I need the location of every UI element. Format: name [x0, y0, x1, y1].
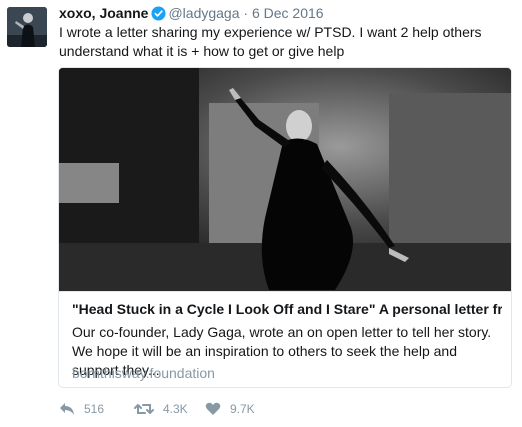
- card-body: "Head Stuck in a Cycle I Look Off and I …: [59, 291, 511, 387]
- tweet-date[interactable]: 6 Dec 2016: [252, 5, 324, 21]
- tweet-header: xoxo, Joanne @ladygaga · 6 Dec 2016: [59, 4, 324, 25]
- link-card[interactable]: "Head Stuck in a Cycle I Look Off and I …: [58, 67, 512, 388]
- author-handle[interactable]: @ladygaga: [168, 5, 239, 21]
- separator-dot: ·: [243, 5, 249, 21]
- reply-icon: [60, 403, 74, 415]
- card-domain[interactable]: bornthisway.foundation: [72, 364, 215, 382]
- like-count: 9.7K: [230, 402, 255, 416]
- avatar[interactable]: [7, 7, 47, 47]
- reply-count: 516: [84, 402, 105, 416]
- like-button[interactable]: 9.7K: [205, 401, 255, 417]
- tweet-text: I wrote a letter sharing my experience w…: [59, 24, 482, 59]
- retweet-button[interactable]: 4.3K: [134, 401, 188, 417]
- author-name[interactable]: xoxo, Joanne: [59, 5, 148, 21]
- retweet-count: 4.3K: [163, 402, 188, 416]
- card-image: [59, 68, 511, 291]
- card-title[interactable]: "Head Stuck in a Cycle I Look Off and I …: [72, 300, 502, 319]
- like-icon: [205, 402, 221, 415]
- reply-button[interactable]: 516: [59, 401, 104, 417]
- retweet-icon: [134, 404, 154, 414]
